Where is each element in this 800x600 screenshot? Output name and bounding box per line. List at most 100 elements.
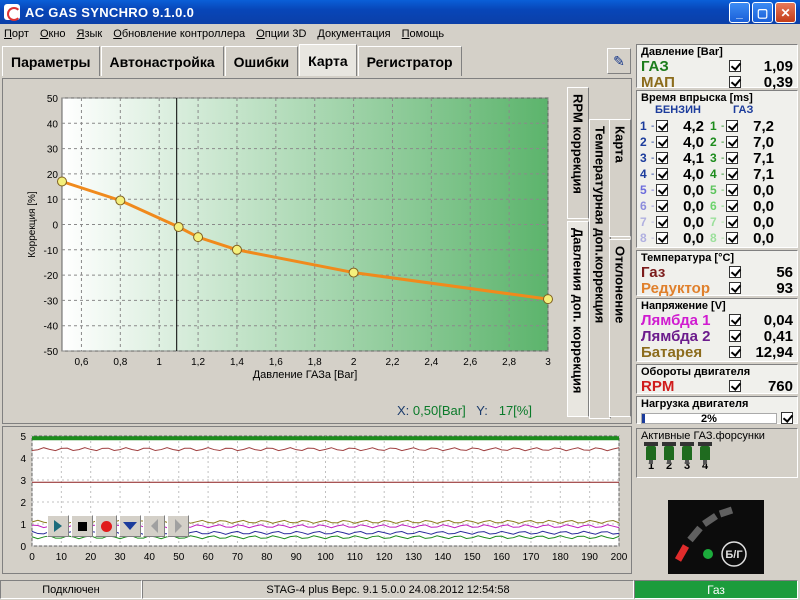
scope-x-tick-label: 30 <box>114 552 126 563</box>
y-tick-label: -40 <box>44 322 59 333</box>
petrol-injector-checkbox[interactable] <box>656 120 668 132</box>
gas-pressure-checkbox[interactable] <box>729 60 741 72</box>
menu-help[interactable]: Помощь <box>402 28 445 40</box>
tab-parameters[interactable]: Параметры <box>2 46 100 76</box>
menu-language[interactable]: Язык <box>77 28 103 40</box>
tab-map-side[interactable]: Карта <box>609 119 631 237</box>
play-button[interactable] <box>47 515 69 537</box>
back-button[interactable] <box>143 515 165 537</box>
download-button[interactable] <box>119 515 141 537</box>
engine-load-value: 2% <box>701 412 717 425</box>
pressure-group: Давление [Bar] ГАЗ 1,09 МАП 0,39 <box>636 44 798 91</box>
close-button[interactable]: ✕ <box>775 2 796 23</box>
temp-row-gas: Газ 56 <box>637 264 797 281</box>
petrol-injector-number: 4 <box>640 167 647 181</box>
voltage-row-lambda2: Лямбда 2 0,41 <box>637 327 797 345</box>
gas-injector-checkbox[interactable] <box>726 200 738 212</box>
forward-button[interactable] <box>167 515 189 537</box>
map-point[interactable] <box>348 267 359 278</box>
gas-injector-checkbox[interactable] <box>726 120 738 132</box>
x-tick-label: 2,6 <box>463 357 477 368</box>
map-pressure-label: МАП <box>641 73 675 91</box>
menu-documentation[interactable]: Документация <box>317 28 390 40</box>
tab-rpm-correction[interactable]: RPM коррекция <box>567 87 589 219</box>
fuel-mode-status: Газ <box>634 580 798 599</box>
scope-x-tick-label: 170 <box>523 552 540 563</box>
petrol-injector-number: 7 <box>640 215 647 229</box>
battery-checkbox[interactable] <box>729 346 741 358</box>
tab-pressure-correction[interactable]: Давления доп. коррекция <box>567 221 589 417</box>
gas-injector-checkbox[interactable] <box>726 232 738 244</box>
petrol-injector-checkbox[interactable] <box>656 152 668 164</box>
record-button[interactable] <box>95 515 117 537</box>
load-group: Нагрузка двигателя 2% <box>636 396 798 425</box>
gas-injector-number: 8 <box>710 231 717 245</box>
menu-update-controller[interactable]: Обновление контроллера <box>113 28 245 40</box>
scope-y-tick-label: 1 <box>20 520 26 531</box>
petrol-injector-checkbox[interactable] <box>656 200 668 212</box>
tab-recorder[interactable]: Регистратор <box>357 46 462 76</box>
pressure-row-gas: ГАЗ 1,09 <box>637 58 797 75</box>
reducer-temp-checkbox[interactable] <box>729 282 741 294</box>
petrol-injector-value: 4,0 <box>683 133 704 151</box>
gas-header: ГАЗ <box>733 104 754 116</box>
injector-row: 2-4,0 2-7,0 <box>637 133 797 151</box>
gas-injector-number: 5 <box>710 183 717 197</box>
scope-x-tick-label: 70 <box>232 552 244 563</box>
tab-autotune[interactable]: Автонастройка <box>100 46 224 76</box>
correction-map-chart[interactable]: 50 40 30 20 10 0 -10 -20 -30 -40 -50 0,6 0,8 1 1,2 1,4 1… <box>3 79 631 423</box>
map-point[interactable] <box>57 176 67 187</box>
y-tick-label: -10 <box>44 246 59 257</box>
x-axis-label: Давление ГАЗа [Bar] <box>253 369 358 381</box>
y-axis-label: Коррекция [%] <box>27 191 38 258</box>
petrol-injector-checkbox[interactable] <box>656 168 668 180</box>
scope-x-tick-label: 160 <box>493 552 510 563</box>
scope-controls <box>47 515 189 537</box>
petrol-injector-checkbox[interactable] <box>656 216 668 228</box>
lambda2-label: Лямбда 2 <box>641 327 711 345</box>
map-point[interactable] <box>173 222 184 233</box>
map-pressure-checkbox[interactable] <box>729 76 741 88</box>
rpm-row: RPM 760 <box>637 377 797 395</box>
tab-deviation[interactable]: Отклонение <box>609 239 631 417</box>
menu-window[interactable]: Окно <box>40 28 66 40</box>
petrol-injector-checkbox[interactable] <box>656 184 668 196</box>
maximize-button[interactable]: ▢ <box>752 2 773 23</box>
voltage-row-battery: Батарея 12,94 <box>637 344 797 361</box>
menu-3d-options[interactable]: Опции 3D <box>256 28 306 40</box>
map-point[interactable] <box>231 244 242 255</box>
scope-y-tick-label: 2 <box>20 498 26 509</box>
gas-temp-checkbox[interactable] <box>729 266 741 278</box>
gas-injector-checkbox[interactable] <box>726 152 738 164</box>
tab-errors[interactable]: Ошибки <box>224 46 299 76</box>
stop-button[interactable] <box>71 515 93 537</box>
x-readout-value: 0,50[Bar] <box>412 403 466 418</box>
map-point[interactable] <box>193 232 204 243</box>
x-tick-label: 1,8 <box>308 357 322 368</box>
right-panel: Давление [Bar] ГАЗ 1,09 МАП 0,39 Время в… <box>636 44 798 576</box>
load-title: Нагрузка двигателя <box>641 398 749 410</box>
x-tick-label: 2 <box>351 357 357 368</box>
fuel-switch-icon[interactable]: Б/Г <box>668 500 764 574</box>
load-checkbox[interactable] <box>781 412 793 424</box>
help-button[interactable]: ✎ <box>607 48 631 74</box>
map-point[interactable] <box>543 294 553 305</box>
tab-map[interactable]: Карта <box>299 44 357 76</box>
y-tick-label: 20 <box>47 170 59 181</box>
map-point[interactable] <box>115 195 126 206</box>
rpm-checkbox[interactable] <box>729 380 741 392</box>
petrol-injector-value: 4,0 <box>683 165 704 183</box>
tab-temperature-correction[interactable]: Температурная доп.коррекция <box>589 119 611 419</box>
menu-port[interactable]: Порт <box>4 28 29 40</box>
gas-injector-checkbox[interactable] <box>726 136 738 148</box>
petrol-injector-checkbox[interactable] <box>656 136 668 148</box>
rpm-value: 760 <box>767 377 793 395</box>
lambda2-checkbox[interactable] <box>729 330 741 342</box>
scope-y-tick-label: 4 <box>20 454 26 465</box>
gas-injector-checkbox[interactable] <box>726 168 738 180</box>
petrol-injector-checkbox[interactable] <box>656 232 668 244</box>
gas-injector-checkbox[interactable] <box>726 184 738 196</box>
lambda1-checkbox[interactable] <box>729 314 741 326</box>
gas-injector-checkbox[interactable] <box>726 216 738 228</box>
minimize-button[interactable]: _ <box>729 2 750 23</box>
